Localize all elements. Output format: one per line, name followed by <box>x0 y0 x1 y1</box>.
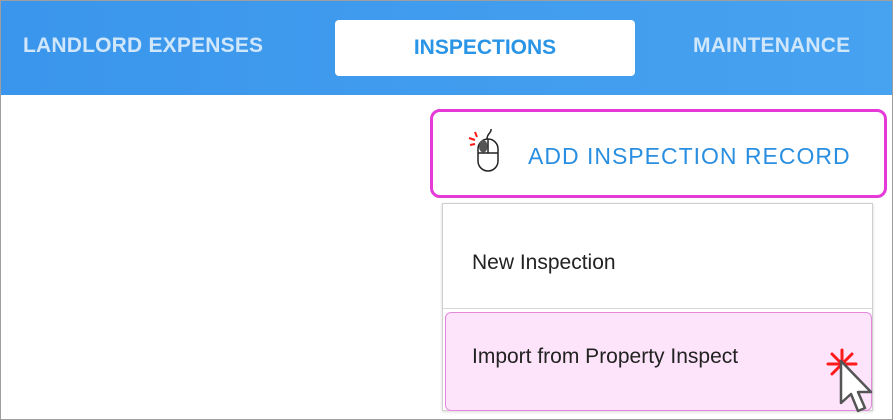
tab-maintenance[interactable]: MAINTENANCE <box>693 34 850 58</box>
mouse-click-icon <box>467 128 501 178</box>
tab-inspections[interactable]: INSPECTIONS <box>335 20 635 76</box>
tab-landlord-expenses[interactable]: LANDLORD EXPENSES <box>23 34 263 58</box>
add-inspection-record-label: ADD INSPECTION RECORD <box>528 143 851 169</box>
tab-bar: LANDLORD EXPENSES INSPECTIONS MAINTENANC… <box>1 1 892 95</box>
menu-item-new-inspection[interactable]: New Inspection <box>443 204 872 309</box>
menu-item-import-property-inspect[interactable]: Import from Property Inspect <box>445 312 872 411</box>
app-window: LANDLORD EXPENSES INSPECTIONS MAINTENANC… <box>0 0 893 420</box>
dropdown-menu: New Inspection Import from Property Insp… <box>442 203 873 411</box>
menu-item-label: Import from Property Inspect <box>472 345 739 368</box>
mouse-pointer-icon <box>839 359 875 419</box>
add-inspection-record-button[interactable]: ADD INSPECTION RECORD <box>430 109 887 198</box>
menu-item-label: New Inspection <box>472 251 616 274</box>
